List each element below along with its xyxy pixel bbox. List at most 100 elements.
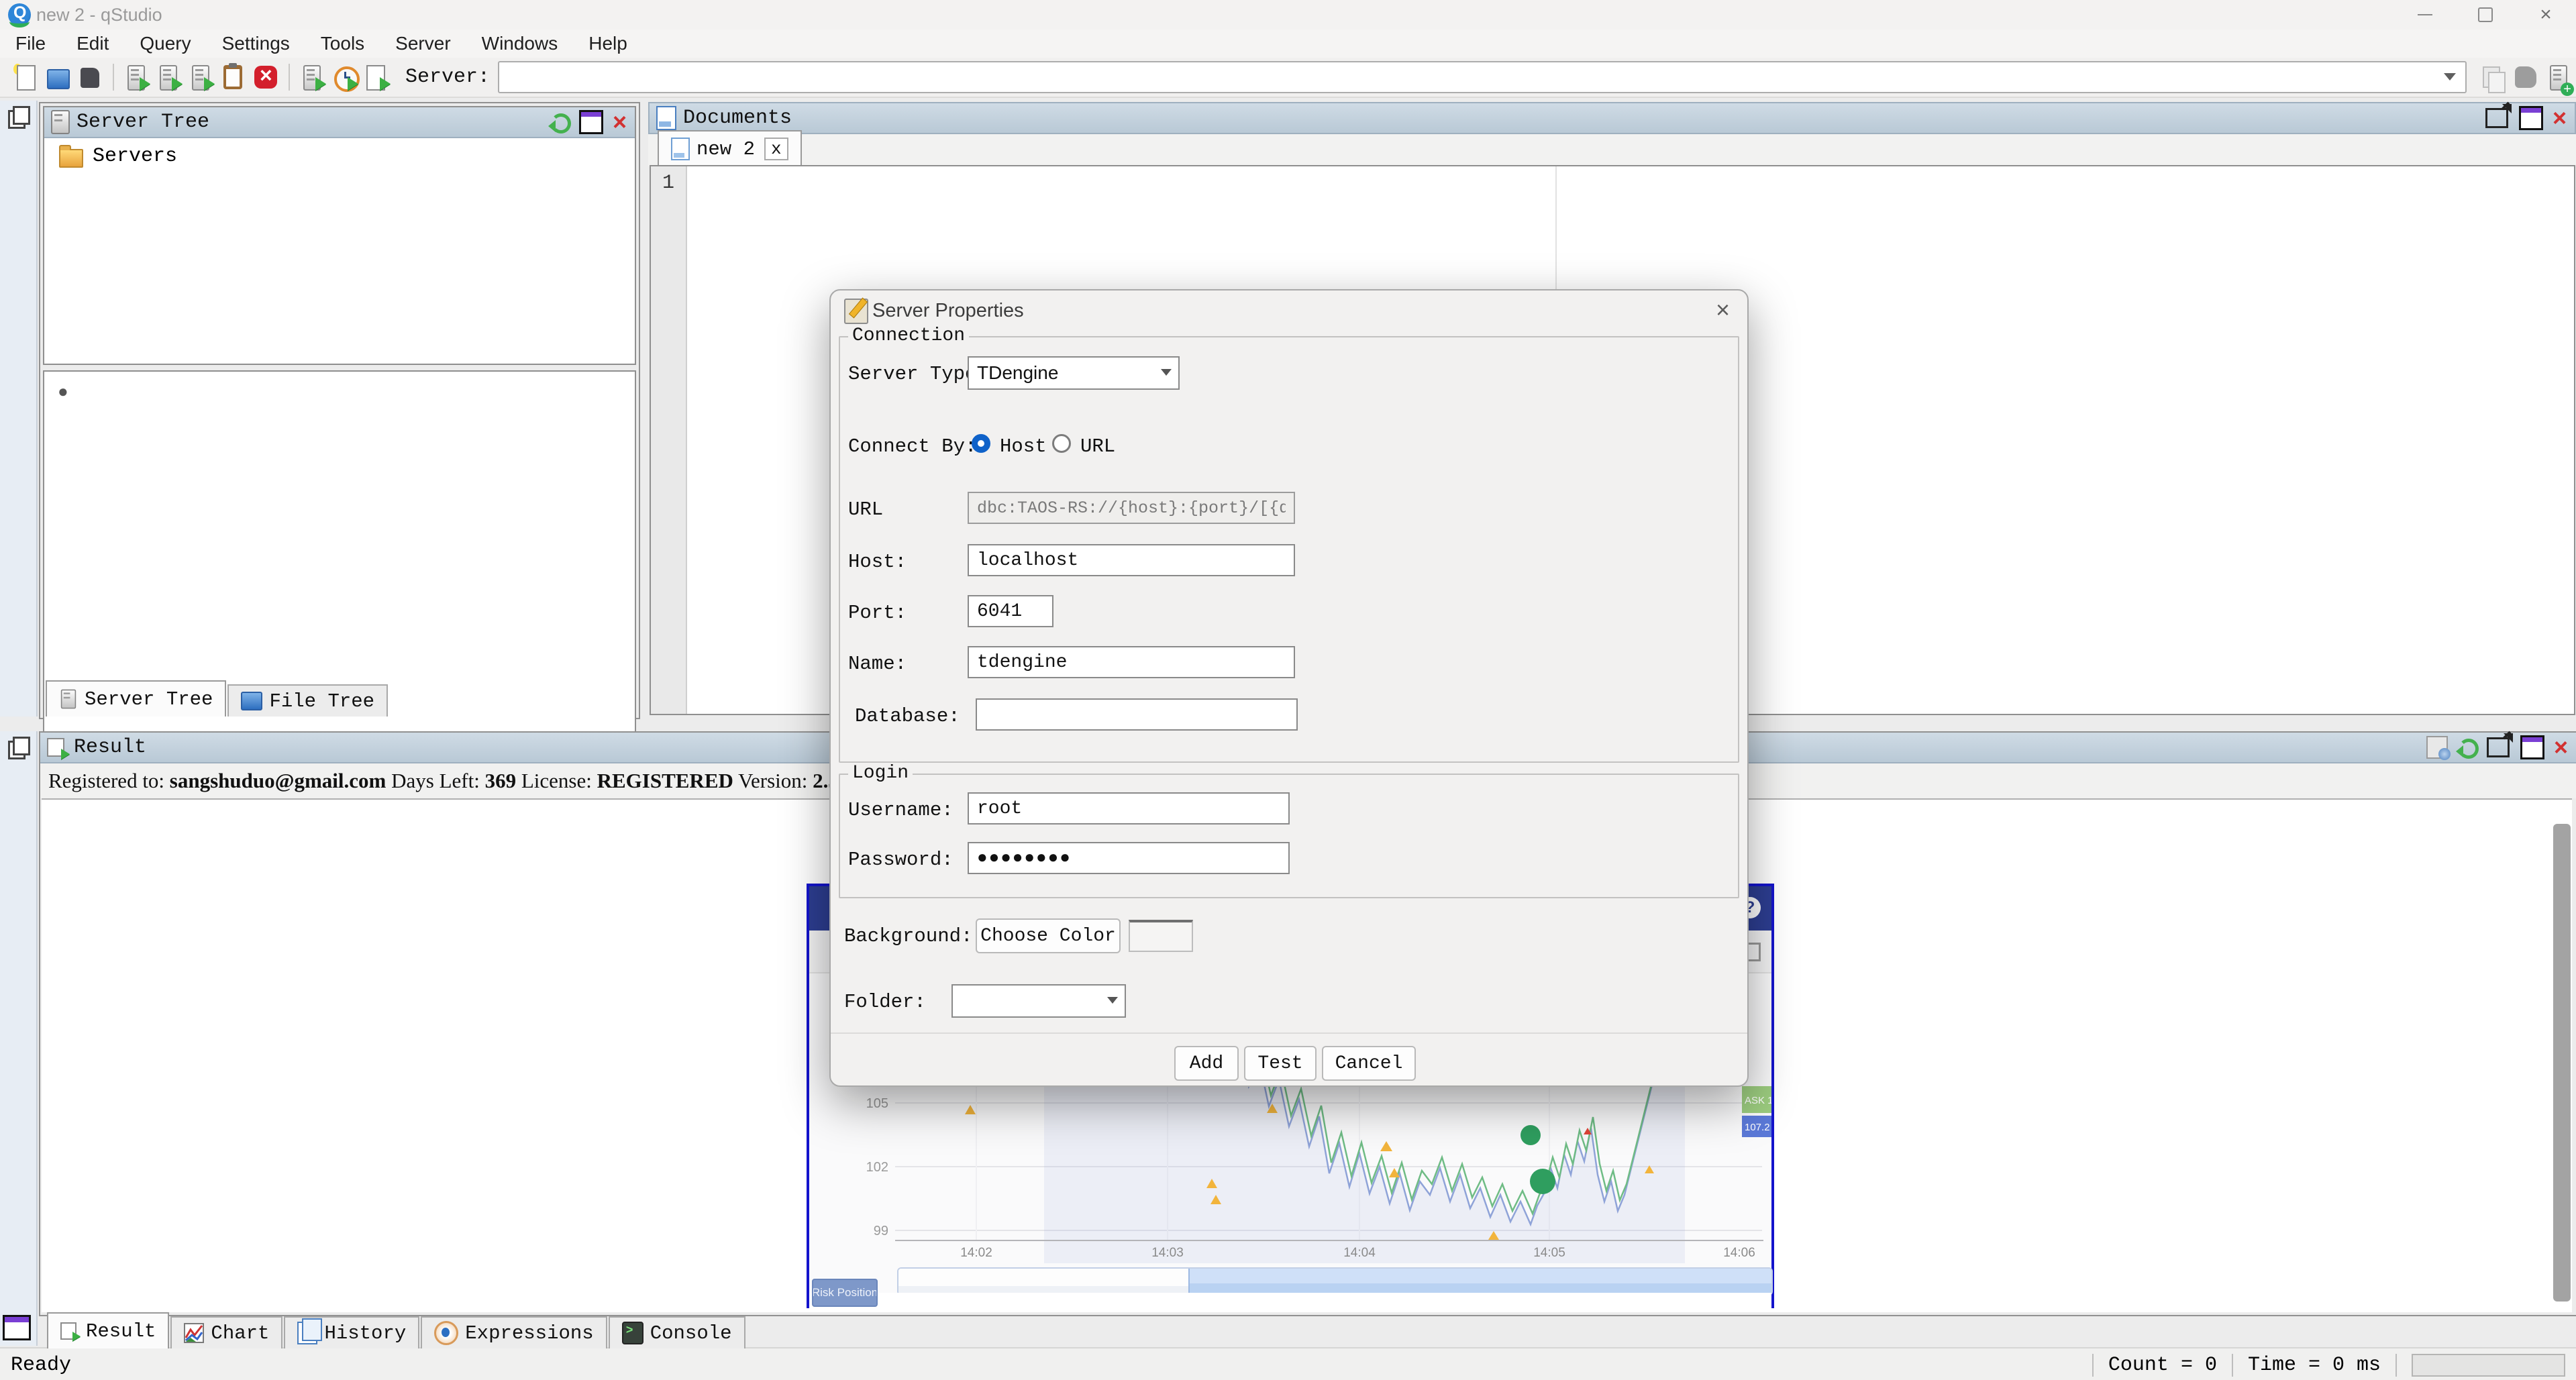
tab-server-tree[interactable]: Server Tree bbox=[46, 680, 226, 716]
close-panel-icon[interactable]: × bbox=[613, 112, 627, 132]
tab-label: Server Tree bbox=[85, 688, 213, 710]
days-left-label: Days Left: bbox=[386, 769, 484, 792]
add-server-icon[interactable] bbox=[2544, 64, 2571, 91]
url-radio[interactable] bbox=[1052, 434, 1071, 453]
host-field[interactable] bbox=[968, 544, 1295, 576]
menu-settings[interactable]: Settings bbox=[207, 33, 305, 54]
chart-icon bbox=[184, 1323, 204, 1343]
result-dock-strip bbox=[0, 731, 38, 1346]
maximize-panel-icon[interactable] bbox=[2520, 735, 2544, 759]
tab-file-tree[interactable]: File Tree bbox=[227, 684, 388, 716]
maximize-button[interactable] bbox=[2455, 0, 2516, 30]
username-field[interactable] bbox=[968, 792, 1290, 825]
dialog-titlebar[interactable]: Server Properties × bbox=[831, 290, 1747, 331]
name-label: Name: bbox=[848, 653, 907, 675]
query-line-icon[interactable] bbox=[156, 64, 183, 91]
close-button[interactable]: × bbox=[2516, 0, 2576, 30]
login-group-label: Login bbox=[848, 763, 913, 784]
status-separator bbox=[2092, 1354, 2094, 1377]
menu-query[interactable]: Query bbox=[124, 33, 206, 54]
blue-folder-icon bbox=[241, 692, 262, 710]
tab-label: History bbox=[324, 1322, 406, 1344]
menu-file[interactable]: File bbox=[0, 33, 61, 54]
menu-windows[interactable]: Windows bbox=[466, 33, 574, 54]
choose-color-button[interactable]: Choose Color bbox=[976, 918, 1121, 953]
minimize-button[interactable] bbox=[2395, 0, 2455, 30]
tab-label: Console bbox=[650, 1322, 732, 1344]
tab-close-button[interactable]: x bbox=[764, 138, 788, 160]
cancel-button[interactable]: Cancel bbox=[1322, 1046, 1416, 1081]
status-bar: Ready Count = 0 Time = 0 ms bbox=[0, 1347, 2576, 1380]
tab-console[interactable]: Console bbox=[609, 1316, 745, 1348]
tab-label: new 2 bbox=[697, 138, 755, 160]
range-selected[interactable] bbox=[1188, 1269, 1773, 1294]
restore-panel-icon[interactable] bbox=[8, 737, 28, 757]
new-document-icon[interactable] bbox=[12, 64, 39, 91]
chevron-down-icon bbox=[1161, 369, 1172, 376]
menu-tools[interactable]: Tools bbox=[305, 33, 380, 54]
run-script-icon[interactable] bbox=[364, 64, 391, 91]
close-panel-icon[interactable]: × bbox=[2554, 737, 2568, 757]
refresh-icon[interactable] bbox=[2457, 737, 2477, 757]
url-field bbox=[968, 492, 1295, 524]
restore-panel-icon[interactable] bbox=[8, 106, 28, 126]
svg-text:99: 99 bbox=[874, 1224, 888, 1238]
password-field[interactable] bbox=[968, 842, 1290, 874]
folder-combobox[interactable] bbox=[951, 984, 1126, 1018]
tree-item-servers[interactable]: Servers bbox=[59, 145, 635, 168]
stop-query-icon[interactable] bbox=[252, 64, 279, 91]
server-combobox[interactable] bbox=[498, 61, 2467, 93]
server-type-combobox[interactable]: TDengine bbox=[968, 356, 1180, 390]
svg-text:ASK 106: ASK 106 bbox=[1745, 1095, 1771, 1106]
registered-email: sangshuduo@gmail.com bbox=[170, 769, 387, 792]
database-field[interactable] bbox=[976, 698, 1298, 731]
tab-history[interactable]: History bbox=[284, 1316, 419, 1348]
bullet-dot: ● bbox=[58, 381, 635, 402]
license-text: Registered to: sangshuduo@gmail.com Days… bbox=[48, 769, 849, 793]
tab-result[interactable]: Result bbox=[47, 1312, 169, 1348]
vertical-scrollbar[interactable] bbox=[2553, 824, 2571, 1302]
console-icon bbox=[622, 1322, 643, 1344]
add-button[interactable]: Add bbox=[1174, 1046, 1239, 1081]
popout-icon[interactable] bbox=[2485, 108, 2508, 128]
menu-edit[interactable]: Edit bbox=[61, 33, 124, 54]
title-bar: new 2 - qStudio × bbox=[0, 0, 2576, 30]
clipboard-icon[interactable] bbox=[220, 64, 247, 91]
host-radio[interactable] bbox=[972, 434, 990, 453]
left-panel-tabs: Server Tree File Tree bbox=[46, 680, 389, 716]
port-field[interactable] bbox=[968, 595, 1053, 627]
open-file-icon[interactable] bbox=[44, 64, 71, 91]
dock-window-icon[interactable] bbox=[3, 1315, 31, 1340]
query-selection-icon[interactable] bbox=[188, 64, 215, 91]
popout-icon[interactable] bbox=[2487, 737, 2510, 757]
chevron-down-icon bbox=[2444, 73, 2456, 81]
tab-expressions[interactable]: Expressions bbox=[421, 1316, 607, 1348]
maximize-panel-icon[interactable] bbox=[2519, 106, 2543, 130]
server-type-value: TDengine bbox=[977, 362, 1058, 384]
scheduled-query-icon[interactable] bbox=[331, 64, 358, 91]
save-icon[interactable] bbox=[76, 64, 103, 91]
query-server-icon[interactable] bbox=[123, 64, 150, 91]
copy-docs-icon[interactable] bbox=[2480, 64, 2507, 91]
chart-window-footer bbox=[809, 1293, 1771, 1308]
menu-server[interactable]: Server bbox=[380, 33, 466, 54]
tab-chart[interactable]: Chart bbox=[170, 1316, 282, 1348]
server-tree-title: Server Tree bbox=[76, 111, 209, 134]
range-unselected bbox=[898, 1269, 1188, 1294]
tab-new2[interactable]: new 2 x bbox=[658, 130, 802, 166]
test-button[interactable]: Test bbox=[1244, 1046, 1317, 1081]
send-query-icon[interactable] bbox=[299, 64, 326, 91]
menu-help[interactable]: Help bbox=[573, 33, 643, 54]
refresh-icon[interactable] bbox=[550, 112, 570, 132]
close-panel-icon[interactable]: × bbox=[2553, 108, 2567, 128]
export-web-icon[interactable] bbox=[2426, 736, 2448, 759]
maximize-panel-icon[interactable] bbox=[579, 110, 603, 134]
result-icon bbox=[47, 738, 67, 757]
tab-label: Chart bbox=[211, 1322, 269, 1344]
server-tree-subwindow: Server Tree × Servers bbox=[43, 106, 636, 365]
name-field[interactable] bbox=[968, 646, 1295, 678]
chart-range-selector[interactable] bbox=[897, 1267, 1773, 1295]
risk-position-button[interactable]: Risk Position bbox=[812, 1279, 878, 1307]
registered-label: Registered to: bbox=[48, 769, 170, 792]
dialog-close-icon[interactable]: × bbox=[1716, 296, 1730, 324]
